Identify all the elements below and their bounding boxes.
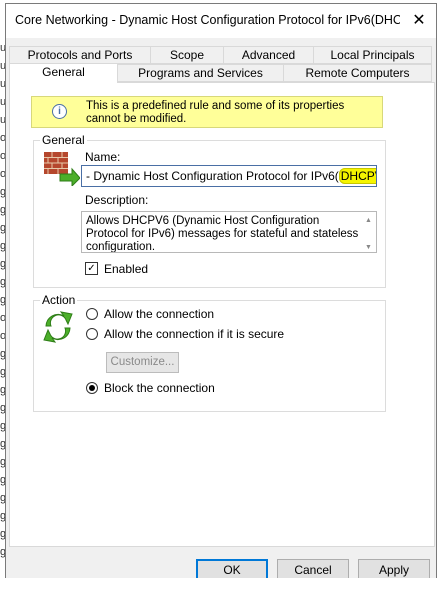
tab-scope[interactable]: Scope <box>150 46 224 64</box>
allow-if-secure-radio[interactable] <box>86 328 98 340</box>
description-label: Description: <box>85 193 149 207</box>
background-window-edge-right <box>438 0 443 589</box>
tab-label: Scope <box>169 48 205 62</box>
tab-label: Remote Computers <box>305 66 410 80</box>
general-group-label: General <box>40 133 87 147</box>
name-field[interactable]: - Dynamic Host Configuration Protocol fo… <box>81 165 377 187</box>
tab-remote-computers[interactable]: Remote Computers <box>283 64 432 82</box>
tab-programs-and-services[interactable]: Programs and Services <box>117 64 284 82</box>
tab-general[interactable]: General <box>9 63 118 83</box>
tab-local-principals[interactable]: Local Principals <box>313 46 432 64</box>
firewall-rule-properties-dialog: Core Networking - Dynamic Host Configura… <box>5 3 437 581</box>
description-scrollbar[interactable]: ▲ ▼ <box>362 212 376 252</box>
name-label: Name: <box>85 150 121 164</box>
checkmark-icon: ✓ <box>87 263 96 274</box>
close-button[interactable]: ✕ <box>408 10 430 32</box>
description-field[interactable]: Allows DHCPV6 (Dynamic Host Configuratio… <box>81 211 377 253</box>
block-connection-radio[interactable] <box>86 382 98 394</box>
name-value: - Dynamic Host Configuration Protocol fo… <box>86 169 339 183</box>
action-arrows-icon <box>40 310 76 344</box>
info-bar: i This is a predefined rule and some of … <box>31 96 383 128</box>
name-value-highlight: DHCPV6-Out) <box>338 168 376 184</box>
block-connection-label: Block the connection <box>104 381 215 395</box>
action-group-label: Action <box>40 293 78 307</box>
scroll-up-icon[interactable]: ▲ <box>365 214 372 227</box>
enabled-checkbox[interactable]: ✓ <box>85 262 98 275</box>
tab-protocols-and-ports[interactable]: Protocols and Ports <box>9 46 151 64</box>
allow-connection-label: Allow the connection <box>104 307 215 321</box>
enabled-label: Enabled <box>104 262 149 276</box>
tab-label: Local Principals <box>330 48 415 62</box>
tab-label: Protocols and Ports <box>27 48 133 62</box>
tab-label: Advanced <box>241 48 296 62</box>
title-bar[interactable]: Core Networking - Dynamic Host Configura… <box>6 4 436 38</box>
info-text: This is a predefined rule and some of it… <box>86 100 345 125</box>
allow-if-secure-label: Allow the connection if it is secure <box>104 327 285 341</box>
tab-advanced[interactable]: Advanced <box>223 46 314 64</box>
info-icon: i <box>52 104 67 119</box>
window-title: Core Networking - Dynamic Host Configura… <box>15 13 400 27</box>
allow-connection-radio[interactable] <box>86 308 98 320</box>
tab-label: Programs and Services <box>138 66 263 80</box>
customize-button[interactable]: Customize... <box>106 352 179 373</box>
description-value: Allows DHCPV6 (Dynamic Host Configuratio… <box>86 215 359 253</box>
scroll-down-icon[interactable]: ▼ <box>365 241 372 252</box>
background-window-bottom <box>0 578 443 589</box>
close-icon: ✕ <box>412 12 426 29</box>
tab-label: General <box>42 65 85 79</box>
firewall-icon <box>44 150 81 188</box>
